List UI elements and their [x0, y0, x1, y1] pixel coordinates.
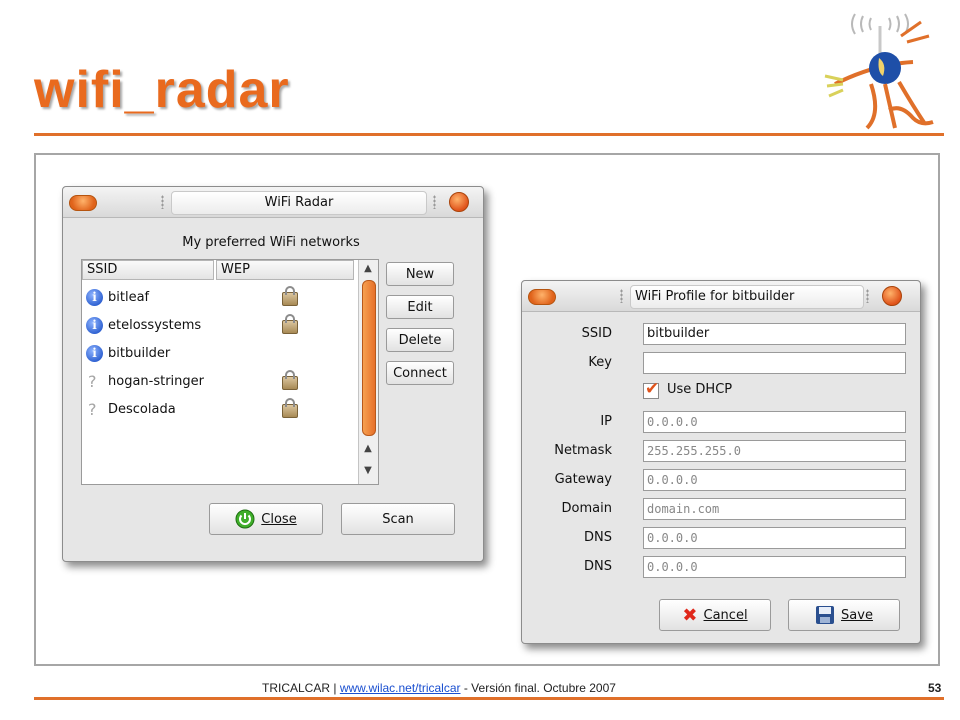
- networks-scrollbar[interactable]: ▲ ▲ ▼: [358, 260, 378, 484]
- grip-icon: [620, 289, 623, 303]
- grip-icon: [161, 195, 164, 209]
- wifi-radar-window: WiFi Radar My preferred WiFi networks SS…: [62, 186, 484, 562]
- window-menu-icon[interactable]: [69, 195, 97, 211]
- lock-icon: [282, 398, 298, 418]
- scroll-up-icon[interactable]: ▲: [361, 262, 375, 276]
- info-icon: i: [86, 345, 103, 362]
- gateway-field[interactable]: 0.0.0.0: [643, 469, 906, 491]
- lock-icon: [282, 286, 298, 306]
- wifi-profile-titlebar[interactable]: WiFi Profile for bitbuilder: [522, 281, 920, 312]
- gateway-label: Gateway: [554, 472, 612, 487]
- list-item[interactable]: i bitleaf: [86, 286, 356, 310]
- list-item[interactable]: ? hogan-stringer: [86, 370, 356, 394]
- list-item[interactable]: i etelossystems: [86, 314, 356, 338]
- scroll-down-icon[interactable]: ▼: [361, 464, 375, 478]
- close-button-label: Close: [261, 511, 297, 527]
- key-field[interactable]: [643, 352, 906, 374]
- info-icon: i: [86, 317, 103, 334]
- new-button[interactable]: New: [386, 262, 454, 286]
- grip-icon: [433, 195, 436, 209]
- use-dhcp-label[interactable]: Use DHCP: [667, 382, 732, 397]
- footer-divider: [34, 697, 944, 700]
- lock-icon: [282, 370, 298, 390]
- slide-title: wifi_radar: [34, 61, 290, 119]
- edit-button[interactable]: Edit: [386, 295, 454, 319]
- window-title: WiFi Profile for bitbuilder: [630, 285, 864, 309]
- info-icon: i: [86, 289, 103, 306]
- dns1-label: DNS: [584, 530, 612, 545]
- domain-field[interactable]: domain.com: [643, 498, 906, 520]
- window-close-icon[interactable]: [449, 192, 469, 212]
- window-menu-icon[interactable]: [528, 289, 556, 305]
- grip-icon: [866, 289, 869, 303]
- footer-org: TRICALCAR: [262, 681, 331, 695]
- lock-icon: [282, 314, 298, 334]
- window-title: WiFi Radar: [171, 191, 427, 215]
- wifi-profile-window: WiFi Profile for bitbuilder SSID bitbuil…: [521, 280, 921, 644]
- dns2-label: DNS: [584, 559, 612, 574]
- list-item[interactable]: ? Descolada: [86, 398, 356, 422]
- tricalcar-logo-icon: [824, 13, 934, 130]
- netmask-label: Netmask: [554, 443, 612, 458]
- dns1-field[interactable]: 0.0.0.0: [643, 527, 906, 549]
- scroll-thumb[interactable]: [362, 280, 376, 436]
- use-dhcp-checkbox[interactable]: [643, 379, 659, 399]
- unknown-network-icon: ?: [88, 400, 97, 419]
- footer-version: - Versión final. Octubre 2007: [460, 681, 616, 695]
- close-button[interactable]: Close: [209, 503, 323, 535]
- floppy-disk-icon: [816, 606, 835, 624]
- list-item[interactable]: i bitbuilder: [86, 342, 356, 366]
- ip-field[interactable]: 0.0.0.0: [643, 411, 906, 433]
- netmask-field[interactable]: 255.255.255.0: [643, 440, 906, 462]
- cancel-x-icon: ✖: [682, 604, 698, 626]
- ssid-field[interactable]: bitbuilder: [643, 323, 906, 345]
- scan-button[interactable]: Scan: [341, 503, 455, 535]
- networks-list[interactable]: SSID WEP i bitleaf i etelossystems i bit…: [81, 259, 379, 485]
- wifi-radar-titlebar[interactable]: WiFi Radar: [63, 187, 483, 218]
- ip-label: IP: [600, 414, 612, 429]
- footer-link[interactable]: www.wilac.net/tricalcar: [340, 681, 461, 695]
- footer-text: TRICALCAR | www.wilac.net/tricalcar - Ve…: [262, 681, 616, 695]
- cancel-button-label: Cancel: [703, 607, 748, 623]
- column-header-ssid[interactable]: SSID: [82, 260, 214, 280]
- connect-button[interactable]: Connect: [386, 361, 454, 385]
- delete-button[interactable]: Delete: [386, 328, 454, 352]
- unknown-network-icon: ?: [88, 372, 97, 391]
- power-icon: [235, 509, 255, 529]
- window-close-icon[interactable]: [882, 286, 902, 306]
- cancel-button[interactable]: ✖ Cancel: [659, 599, 771, 631]
- ssid-label: SSID: [581, 326, 612, 341]
- scroll-up-icon[interactable]: ▲: [361, 442, 375, 456]
- key-label: Key: [588, 355, 612, 370]
- column-header-wep[interactable]: WEP: [216, 260, 354, 280]
- domain-label: Domain: [561, 501, 612, 516]
- page-number: 53: [928, 681, 942, 695]
- dns2-field[interactable]: 0.0.0.0: [643, 556, 906, 578]
- footer-separator: |: [330, 681, 340, 695]
- title-divider: [34, 133, 944, 136]
- save-button-label: Save: [841, 607, 873, 623]
- save-button[interactable]: Save: [788, 599, 900, 631]
- networks-heading: My preferred WiFi networks: [182, 235, 360, 250]
